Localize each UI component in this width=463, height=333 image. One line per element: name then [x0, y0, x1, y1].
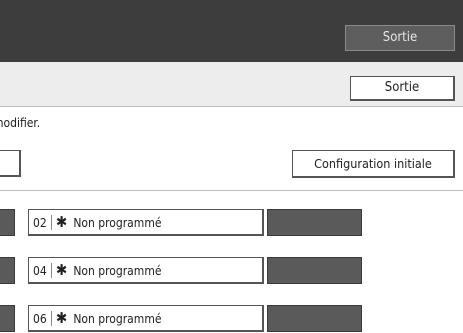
program-number: 04 [33, 264, 47, 278]
asterisk-icon: ✱ [56, 261, 68, 279]
divider [0, 190, 463, 191]
program-button-02[interactable]: 02 ✱ Non programmé [28, 209, 264, 236]
program-label: Non programmé [73, 312, 162, 326]
instruction-text: modifier. [0, 116, 41, 130]
exit-button-top[interactable]: Sortie [345, 25, 455, 51]
separator [51, 215, 52, 230]
asterisk-icon: ✱ [56, 213, 68, 231]
program-right-button[interactable] [267, 305, 362, 332]
initial-configuration-button[interactable]: Configuration initiale [292, 150, 455, 178]
program-number: 02 [33, 216, 47, 230]
separator [51, 311, 52, 326]
left-partial-button[interactable] [0, 150, 21, 177]
program-row-left-button[interactable] [0, 305, 15, 332]
program-button-06[interactable]: 06 ✱ Non programmé [28, 305, 264, 332]
exit-button[interactable]: Sortie [350, 76, 455, 101]
program-label: Non programmé [73, 216, 162, 230]
program-button-04[interactable]: 04 ✱ Non programmé [28, 257, 264, 284]
program-right-button[interactable] [267, 257, 362, 284]
program-label: Non programmé [73, 264, 162, 278]
asterisk-icon: ✱ [56, 309, 68, 327]
program-right-button[interactable] [267, 209, 362, 236]
program-row-left-button[interactable] [0, 209, 15, 236]
program-row-left-button[interactable] [0, 257, 15, 284]
program-number: 06 [33, 312, 47, 326]
separator [51, 263, 52, 278]
